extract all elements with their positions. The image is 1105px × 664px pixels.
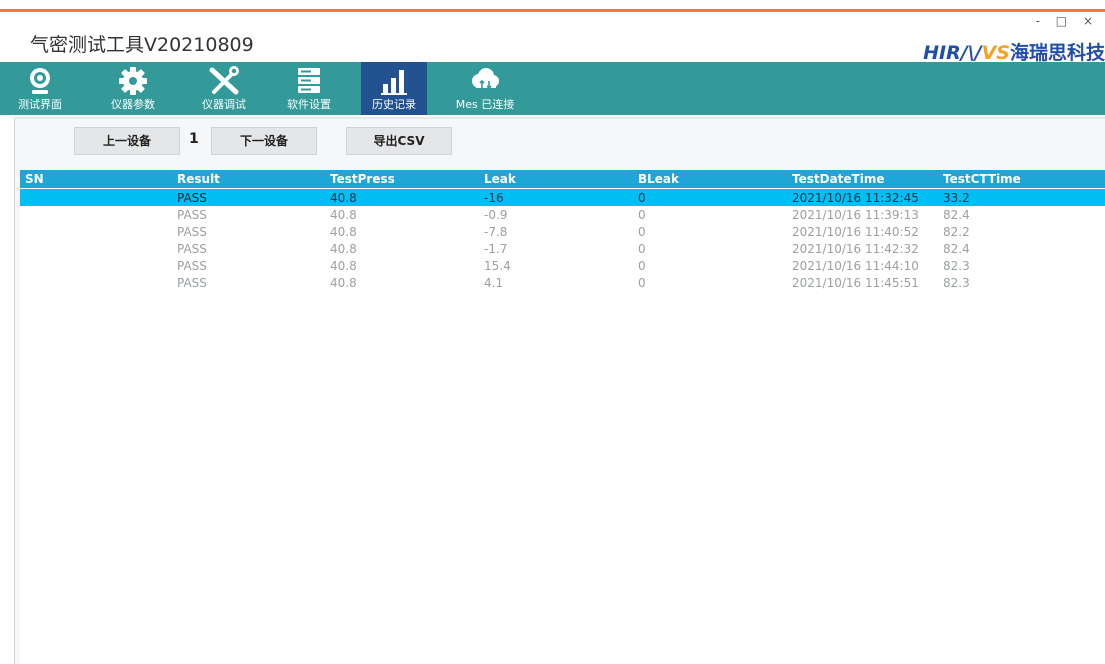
brand-latin-2: VS	[981, 42, 1010, 64]
cell-testpress: 40.8	[330, 225, 357, 239]
cell-testdatetime: 2021/10/16 11:45:51	[792, 276, 919, 290]
cell-leak: -7.8	[484, 225, 508, 239]
column-header-testdatetime[interactable]: TestDateTime	[792, 172, 884, 186]
cell-testcttime: 82.4	[943, 242, 970, 256]
tools-icon	[209, 66, 239, 95]
export-csv-button[interactable]: 导出CSV	[346, 127, 452, 155]
cell-testpress: 40.8	[330, 259, 357, 273]
table-row[interactable]: PASS 40.8 -16 0 2021/10/16 11:32:45 33.2	[20, 189, 1105, 206]
column-header-testcttime[interactable]: TestCTTime	[943, 172, 1021, 186]
cell-leak: 15.4	[484, 259, 511, 273]
cell-result: PASS	[177, 259, 207, 273]
main-toolbar: 测试界面 仪器参数 仪器调试 软件设置 历史记录 Mes 已连接	[0, 62, 1105, 115]
close-icon[interactable]: ×	[1083, 14, 1099, 28]
cell-leak: 4.1	[484, 276, 504, 290]
brand-logo: HIR/\/VS海瑞思科技	[923, 38, 1105, 65]
tab-test-screen[interactable]: 测试界面	[7, 62, 73, 115]
cell-testcttime: 82.2	[943, 225, 970, 239]
cell-bleak: 0	[638, 259, 646, 273]
cell-testcttime: 82.3	[943, 259, 970, 273]
brand-latin-1: HIR	[923, 42, 961, 64]
camera-icon	[30, 68, 50, 94]
column-header-sn[interactable]: SN	[25, 172, 44, 186]
tab-instrument-params[interactable]: 仪器参数	[100, 62, 166, 115]
window-controls: - □ ×	[1036, 14, 1099, 28]
restore-icon[interactable]: □	[1056, 14, 1073, 28]
cell-testdatetime: 2021/10/16 11:40:52	[792, 225, 919, 239]
server-icon	[298, 68, 320, 93]
cloud-icon	[472, 68, 499, 90]
cell-testcttime: 82.3	[943, 276, 970, 290]
tab-software-settings[interactable]: 软件设置	[276, 62, 342, 115]
tab-label: 仪器参数	[111, 98, 155, 111]
tab-mes[interactable]: Mes 已连接	[450, 62, 520, 115]
bar-chart-icon	[381, 70, 407, 95]
cell-result: PASS	[177, 191, 207, 205]
brand-chinese: 海瑞思科技	[1009, 42, 1105, 64]
table-row[interactable]: PASS 40.8 -7.8 0 2021/10/16 11:40:52 82.2	[20, 223, 1105, 240]
tab-instrument-debug[interactable]: 仪器调试	[191, 62, 257, 115]
cell-bleak: 0	[638, 276, 646, 290]
table-row[interactable]: PASS 40.8 -1.7 0 2021/10/16 11:42:32 82.4	[20, 240, 1105, 257]
cell-bleak: 0	[638, 191, 646, 205]
table-header: SN Result TestPress Leak BLeak TestDateT…	[20, 170, 1105, 188]
minimize-icon[interactable]: -	[1036, 14, 1046, 28]
column-header-result[interactable]: Result	[177, 172, 220, 186]
tab-label: 测试界面	[18, 98, 62, 111]
cell-result: PASS	[177, 276, 207, 290]
cell-result: PASS	[177, 208, 207, 222]
cell-testpress: 40.8	[330, 208, 357, 222]
gear-icon	[119, 67, 147, 95]
cell-testdatetime: 2021/10/16 11:44:10	[792, 259, 919, 273]
cell-testdatetime: 2021/10/16 11:39:13	[792, 208, 919, 222]
cell-bleak: 0	[638, 225, 646, 239]
tab-label: 软件设置	[287, 98, 331, 111]
table-row[interactable]: PASS 40.8 15.4 0 2021/10/16 11:44:10 82.3	[20, 257, 1105, 274]
cell-testcttime: 82.4	[943, 208, 970, 222]
cell-testpress: 40.8	[330, 276, 357, 290]
cell-testcttime: 33.2	[943, 191, 970, 205]
cell-bleak: 0	[638, 242, 646, 256]
cell-testdatetime: 2021/10/16 11:42:32	[792, 242, 919, 256]
column-header-testpress[interactable]: TestPress	[330, 172, 395, 186]
cell-leak: -16	[484, 191, 504, 205]
table-row[interactable]: PASS 40.8 -0.9 0 2021/10/16 11:39:13 82.4	[20, 206, 1105, 223]
cell-leak: -1.7	[484, 242, 508, 256]
column-header-leak[interactable]: Leak	[484, 172, 516, 186]
cell-testdatetime: 2021/10/16 11:32:45	[792, 191, 919, 205]
cell-leak: -0.9	[484, 208, 508, 222]
tab-label: Mes 已连接	[455, 98, 515, 111]
brand-logo-mark: /\/	[960, 42, 982, 64]
app-title: 气密测试工具V20210809	[30, 34, 254, 56]
column-header-bleak[interactable]: BLeak	[638, 172, 679, 186]
top-accent-line	[0, 9, 1105, 12]
tab-label: 历史记录	[372, 98, 416, 111]
cell-testpress: 40.8	[330, 242, 357, 256]
cell-result: PASS	[177, 225, 207, 239]
cell-testpress: 40.8	[330, 191, 357, 205]
tab-label: 仪器调试	[202, 98, 246, 111]
tab-history[interactable]: 历史记录	[361, 62, 427, 115]
cell-bleak: 0	[638, 208, 646, 222]
device-index: 1	[189, 131, 199, 147]
cell-result: PASS	[177, 242, 207, 256]
next-device-button[interactable]: 下一设备	[211, 127, 317, 155]
table-row[interactable]: PASS 40.8 4.1 0 2021/10/16 11:45:51 82.3	[20, 274, 1105, 291]
prev-device-button[interactable]: 上一设备	[74, 127, 180, 155]
